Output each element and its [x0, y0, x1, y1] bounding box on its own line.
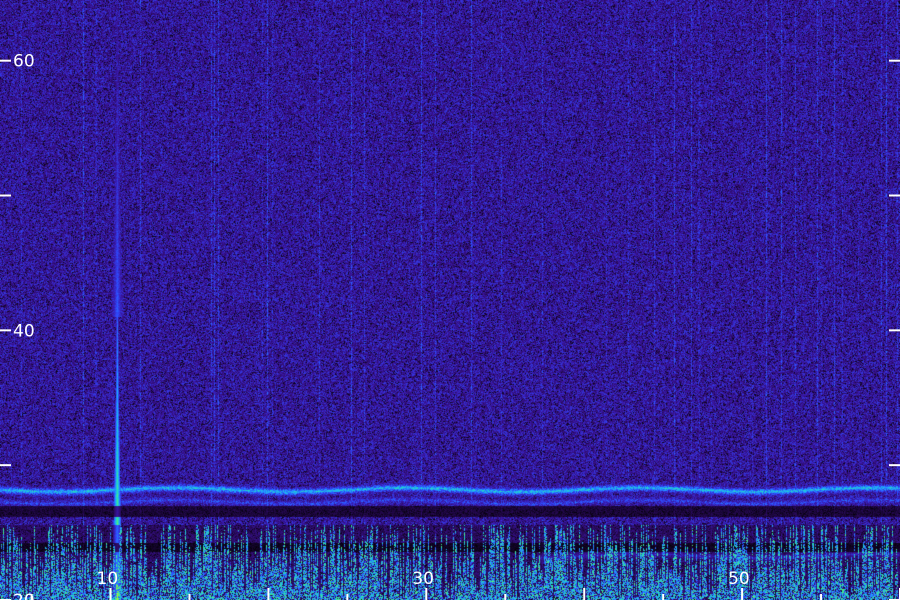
x-tick-label: 30 — [412, 569, 434, 589]
x-tick-label: 50 — [728, 569, 750, 589]
x-axis-ticks: 10 30 50 — [30, 569, 900, 600]
axes-overlay: 10 30 50 20 40 60 — [0, 52, 900, 600]
y-axis-ticks: 20 40 60 — [0, 52, 900, 600]
y-tick-label: 40 — [13, 321, 35, 341]
spectrogram-plot: 10 30 50 20 40 60 — [0, 0, 900, 600]
y-tick-label: 20 — [13, 591, 35, 600]
y-tick-label: 60 — [13, 52, 35, 72]
x-tick-label: 10 — [97, 569, 119, 589]
